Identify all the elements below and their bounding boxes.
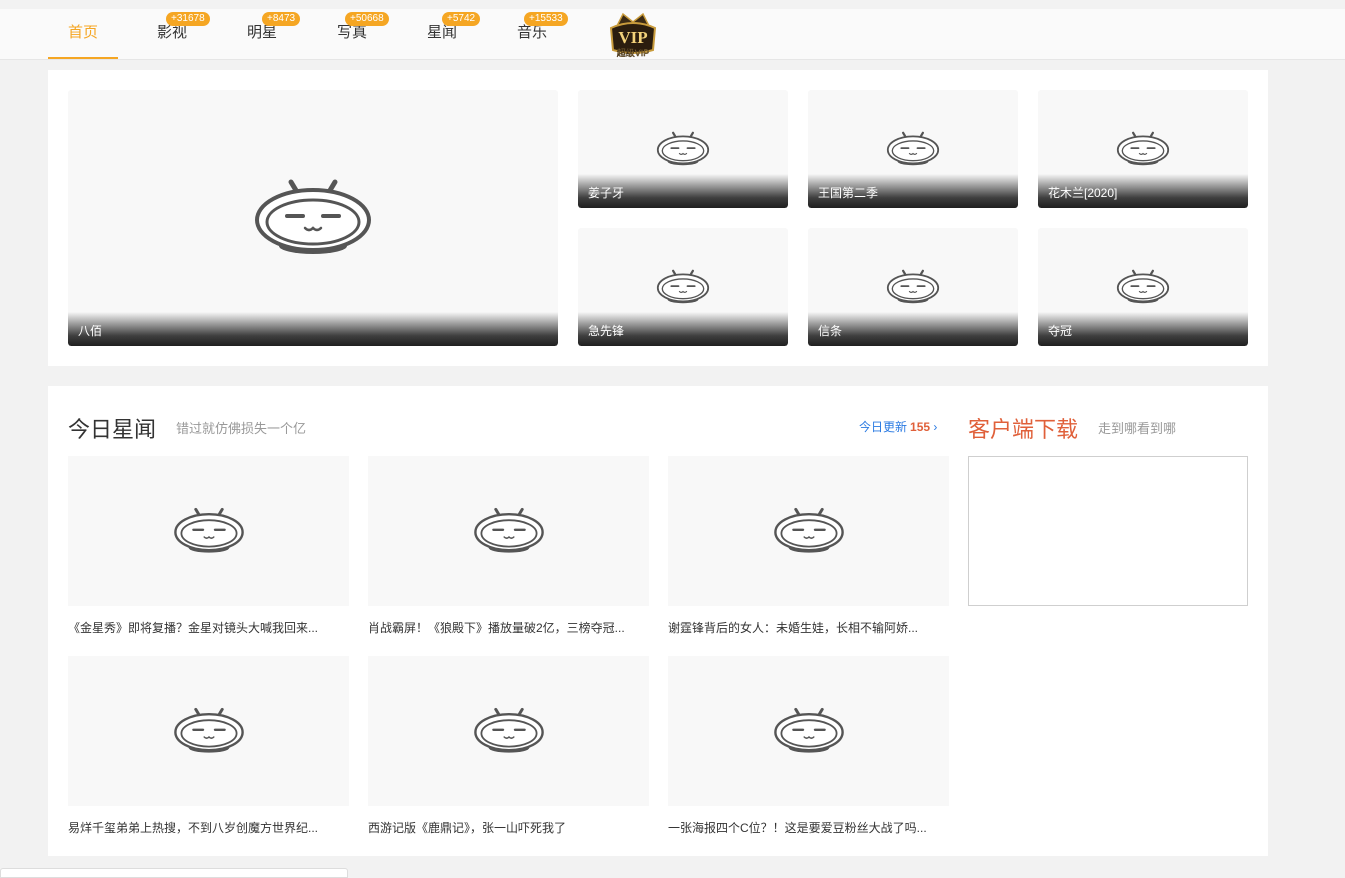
today-update-link[interactable]: 今日更新 155 › bbox=[859, 418, 937, 435]
news-headline[interactable]: 肖战霸屏！《狼殿下》播放量破2亿，三榜夺冠... bbox=[368, 619, 649, 636]
featured-card[interactable]: 王国第二季 bbox=[808, 90, 1018, 208]
featured-main-card[interactable]: 八佰 bbox=[68, 90, 558, 346]
card-caption: 夺冠 bbox=[1038, 312, 1248, 346]
count-badge: +5742 bbox=[442, 12, 481, 26]
count-badge: +15533 bbox=[524, 12, 568, 26]
placeholder-mascot-icon bbox=[173, 707, 245, 755]
news-headline[interactable]: 谢霆锋背后的女人：未婚生娃，长相不输阿娇... bbox=[668, 619, 949, 636]
card-caption: 花木兰[2020] bbox=[1038, 174, 1248, 208]
card-title: 急先锋 bbox=[588, 324, 625, 338]
count-badge: +31678 bbox=[166, 12, 210, 26]
placeholder-mascot-icon bbox=[886, 269, 940, 305]
placeholder-mascot-icon bbox=[773, 707, 845, 755]
placeholder-mascot-icon bbox=[773, 507, 845, 555]
card-title: 花木兰[2020] bbox=[1048, 186, 1118, 200]
update-label: 今日更新 bbox=[859, 420, 908, 434]
nav-tab-home[interactable]: 首页 bbox=[48, 9, 118, 59]
count-badge: +8473 bbox=[262, 12, 301, 26]
featured-card[interactable]: 花木兰[2020] bbox=[1038, 90, 1248, 208]
card-caption: 急先锋 bbox=[578, 312, 788, 346]
placeholder-mascot-icon bbox=[656, 131, 710, 167]
featured-card[interactable]: 姜子牙 bbox=[578, 90, 788, 208]
vip-logo[interactable]: VIP 超级VIP bbox=[607, 10, 659, 60]
card-caption: 王国第二季 bbox=[808, 174, 1018, 208]
card-title: 姜子牙 bbox=[588, 186, 625, 200]
news-headline[interactable]: 西游记版《鹿鼎记》，张一山吓死我了 bbox=[368, 819, 649, 836]
placeholder-mascot-icon bbox=[1116, 269, 1170, 305]
card-title: 信条 bbox=[818, 324, 843, 338]
news-thumbnail[interactable] bbox=[368, 456, 649, 606]
download-section-title: 客户端下载 bbox=[968, 417, 1079, 442]
news-headline[interactable]: 易烊千玺弟弟上热搜，不到八岁创魔方世界纪... bbox=[68, 819, 349, 836]
news-headline[interactable]: 《金星秀》即将复播？金星对镜头大喊我回来... bbox=[68, 619, 349, 636]
featured-panel: 八佰 姜子牙 王国第二季 花木兰[2020] 急先锋 信条 夺冠 bbox=[48, 70, 1268, 366]
news-thumbnail[interactable] bbox=[668, 456, 949, 606]
placeholder-mascot-icon bbox=[473, 507, 545, 555]
nav-tab-label: 首页 bbox=[67, 24, 98, 41]
news-thumbnail[interactable] bbox=[68, 656, 349, 806]
top-nav: 首页 影视 +31678 明星 +8473 写真 +50668 星闻 +5742… bbox=[0, 9, 1345, 60]
featured-card[interactable]: 夺冠 bbox=[1038, 228, 1248, 346]
card-caption: 八佰 bbox=[68, 312, 558, 346]
card-caption: 姜子牙 bbox=[578, 174, 788, 208]
placeholder-mascot-icon bbox=[173, 507, 245, 555]
placeholder-mascot-icon bbox=[473, 707, 545, 755]
vip-text: VIP bbox=[618, 28, 647, 47]
news-thumbnail[interactable] bbox=[68, 456, 349, 606]
count-badge: +50668 bbox=[345, 12, 389, 26]
card-title: 夺冠 bbox=[1048, 324, 1073, 338]
card-title: 八佰 bbox=[78, 324, 103, 338]
download-section-subtitle: 走到哪看到哪 bbox=[1098, 421, 1177, 436]
news-thumbnail[interactable] bbox=[668, 656, 949, 806]
update-count: 155 bbox=[910, 420, 931, 434]
placeholder-mascot-icon bbox=[253, 178, 373, 258]
download-box[interactable] bbox=[968, 456, 1248, 606]
chevron-right-icon: › bbox=[933, 420, 938, 434]
card-title: 王国第二季 bbox=[818, 186, 879, 200]
news-section-subtitle: 错过就仿佛损失一个亿 bbox=[176, 421, 307, 436]
card-caption: 信条 bbox=[808, 312, 1018, 346]
bottom-tab[interactable] bbox=[0, 868, 348, 878]
news-thumbnail[interactable] bbox=[368, 656, 649, 806]
news-section-title: 今日星闻 bbox=[68, 417, 157, 442]
featured-card[interactable]: 信条 bbox=[808, 228, 1018, 346]
featured-card[interactable]: 急先锋 bbox=[578, 228, 788, 346]
placeholder-mascot-icon bbox=[886, 131, 940, 167]
vip-subtext: 超级VIP bbox=[617, 47, 650, 58]
news-headline[interactable]: 一张海报四个C位？！这是要爱豆粉丝大战了吗... bbox=[668, 819, 949, 836]
placeholder-mascot-icon bbox=[1116, 131, 1170, 167]
vip-crown-icon: VIP 超级VIP bbox=[609, 12, 657, 58]
placeholder-mascot-icon bbox=[656, 269, 710, 305]
